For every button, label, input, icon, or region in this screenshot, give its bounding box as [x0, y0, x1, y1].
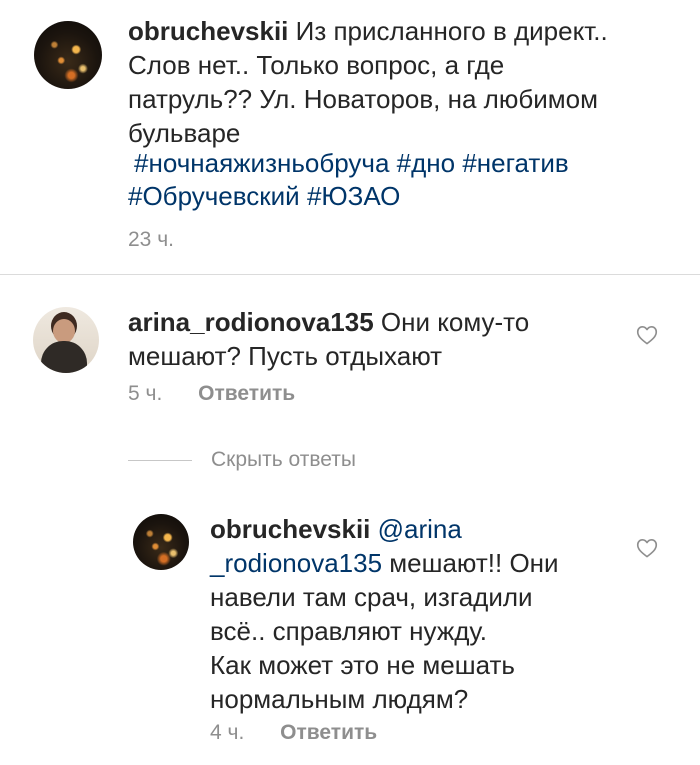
post-caption-line-1: obruchevskii Из присланного в директ.. — [128, 14, 608, 48]
post-caption-line-4: бульваре — [128, 118, 241, 148]
comment-meta: 5 ч. Ответить — [128, 381, 295, 407]
reply-mention-link[interactable]: @arina — [378, 514, 462, 544]
avatar-body — [41, 341, 87, 373]
comment-timestamp: 5 ч. — [128, 382, 163, 405]
reply-meta: 4 ч. Ответить — [210, 720, 377, 746]
reply-text: мешают!! Они — [389, 548, 559, 578]
post-caption-text: Из присланного в директ.. — [295, 16, 608, 46]
post-caption-line-2: Слов нет.. Только вопрос, а где — [128, 50, 505, 80]
reply-author-username[interactable]: obruchevskii — [210, 514, 370, 544]
comment-line-2: мешают? Пусть отдыхают — [128, 341, 443, 371]
comment-like-heart-icon[interactable] — [636, 325, 658, 345]
comment-text: Они кому-то — [380, 307, 530, 337]
hashtag-link[interactable]: #ночнаяжизньобруча — [134, 148, 389, 178]
comment-line-1: arina_rodionova135 Они кому-то — [128, 305, 529, 339]
reply-mention-link-continued[interactable]: _rodionova135 — [210, 548, 382, 578]
commenter-username[interactable]: arina_rodionova135 — [128, 307, 374, 337]
reply-author-avatar[interactable] — [133, 514, 189, 570]
reply-line-2: _rodionova135 мешают!! Они — [210, 546, 559, 580]
reply-like-heart-icon[interactable] — [636, 538, 658, 558]
post-caption-line-3: патруль?? Ул. Новаторов, на любимом — [128, 84, 598, 114]
hide-replies-line — [128, 460, 192, 461]
post-hashtags-line-2: #Обручевский #ЮЗАО — [128, 179, 400, 213]
comment-reply-button[interactable]: Ответить — [198, 382, 295, 405]
hide-replies-button[interactable]: Скрыть ответы — [211, 447, 356, 473]
hashtag-link[interactable]: #Обручевский — [128, 181, 300, 211]
hashtag-link[interactable]: #ЮЗАО — [307, 181, 400, 211]
reply-reply-button[interactable]: Ответить — [280, 721, 377, 744]
post-author-avatar[interactable] — [34, 21, 102, 89]
post-timestamp: 23 ч. — [128, 228, 174, 251]
hashtag-link[interactable]: #дно — [397, 148, 455, 178]
reply-line-4: всё.. справляют нужду. — [210, 616, 488, 646]
post-author-username[interactable]: obruchevskii — [128, 16, 288, 46]
reply-line-3: навели там срач, изгадили — [210, 582, 533, 612]
reply-timestamp: 4 ч. — [210, 721, 245, 744]
post-hashtags-line-1: #ночнаяжизньобруча #дно #негатив — [134, 146, 569, 180]
reply-line-1: obruchevskii @arina — [210, 512, 462, 546]
commenter-avatar[interactable] — [33, 307, 99, 373]
hashtag-link[interactable]: #негатив — [462, 148, 568, 178]
avatar-head — [53, 319, 75, 343]
reply-line-5: Как может это не мешать — [210, 650, 515, 680]
caption-divider — [0, 274, 700, 275]
reply-line-6: нормальным людям? — [210, 684, 469, 714]
